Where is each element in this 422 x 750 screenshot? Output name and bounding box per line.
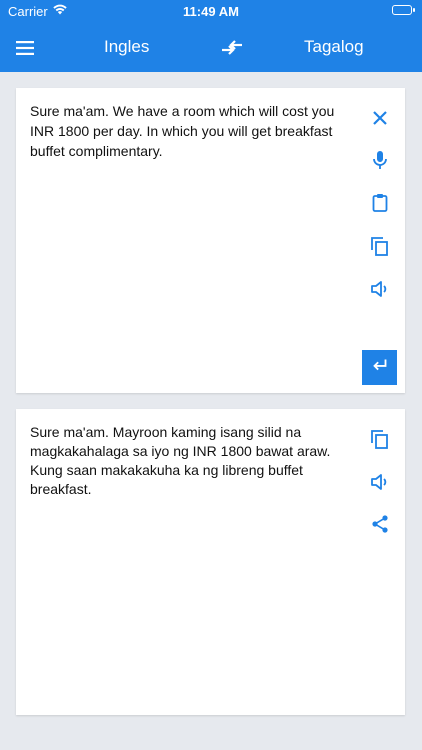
- status-time: 11:49 AM: [183, 4, 239, 19]
- speaker-icon[interactable]: [368, 277, 392, 301]
- app-bar: Ingles Tagalog: [0, 24, 422, 72]
- source-text-input[interactable]: Sure ma'am. We have a room which will co…: [30, 101, 360, 161]
- close-icon[interactable]: [368, 106, 392, 130]
- share-icon[interactable]: [368, 512, 392, 536]
- swap-icon[interactable]: [218, 34, 246, 62]
- translate-enter-button[interactable]: [362, 350, 397, 385]
- status-bar: Carrier 11:49 AM: [0, 0, 422, 24]
- translated-text: Sure ma'am. Mayroon kaming isang silid n…: [30, 424, 331, 497]
- copy-icon[interactable]: [368, 234, 392, 258]
- speaker-icon[interactable]: [368, 470, 392, 494]
- menu-icon[interactable]: [14, 36, 38, 60]
- source-text-card: Sure ma'am. We have a room which will co…: [16, 88, 405, 393]
- translation-card: Sure ma'am. Mayroon kaming isang silid n…: [16, 409, 405, 715]
- enter-icon: [369, 354, 391, 381]
- battery-icon: [392, 5, 415, 15]
- clipboard-icon[interactable]: [368, 191, 392, 215]
- mic-icon[interactable]: [368, 148, 392, 172]
- source-language-button[interactable]: Ingles: [104, 37, 149, 57]
- target-language-button[interactable]: Tagalog: [304, 37, 364, 57]
- copy-icon[interactable]: [368, 427, 392, 451]
